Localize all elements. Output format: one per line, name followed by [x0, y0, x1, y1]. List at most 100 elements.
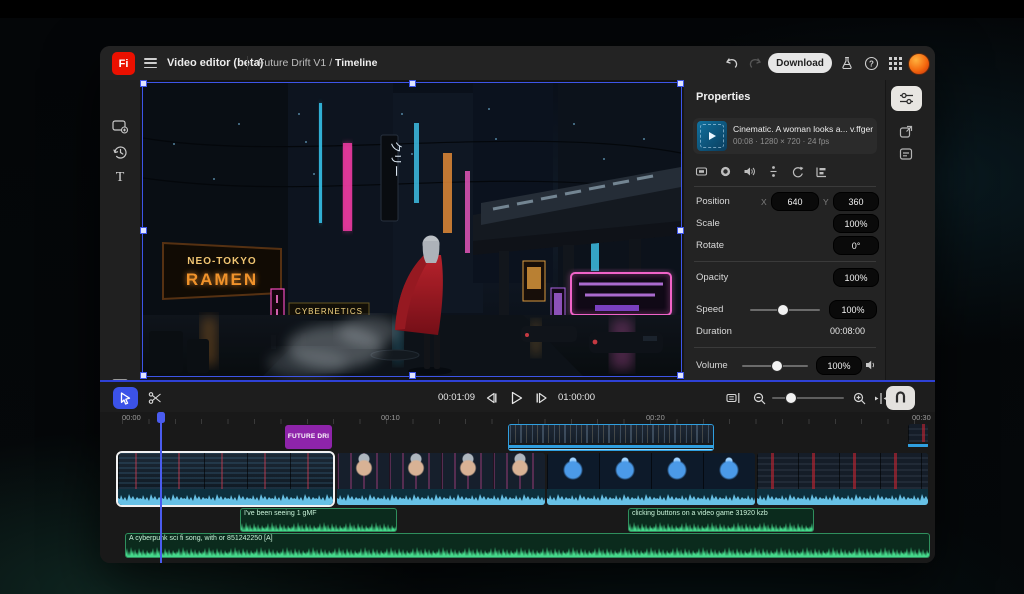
volume-field[interactable]: 100% [816, 356, 862, 375]
video-clip-2[interactable] [337, 453, 545, 505]
audio-icon[interactable] [742, 164, 757, 179]
zoom-out-button[interactable] [748, 387, 770, 409]
captions-icon[interactable] [896, 144, 916, 164]
properties-title: Properties [696, 91, 750, 103]
opacity-label: Opacity [696, 272, 728, 283]
selection-handle[interactable] [140, 227, 147, 234]
app-window: Fi Video editor (beta) Future Drift V1 /… [100, 46, 935, 563]
position-y-field[interactable]: 360 [833, 192, 879, 211]
clip-thumbnail [697, 121, 727, 151]
timeline-panel[interactable]: 00:00 00:10 00:20 00:30 FUTURE DRI [100, 412, 935, 563]
volume-slider[interactable] [742, 365, 808, 367]
add-media-icon[interactable] [110, 116, 130, 136]
selection-handle[interactable] [677, 372, 684, 379]
clip-actions [694, 164, 829, 179]
zoom-in-button[interactable] [848, 387, 870, 409]
clip-meta: 00:08 · 1280 × 720 · 24 fps [733, 137, 829, 146]
overlay-video-clip[interactable] [508, 424, 714, 451]
position-y-label: Y [823, 197, 829, 207]
selection-handle[interactable] [677, 227, 684, 234]
properties-panel: Properties Cinematic. A woman looks a...… [683, 80, 886, 380]
breadcrumb-page: Timeline [335, 57, 377, 69]
timeline-ruler[interactable]: 00:00 00:10 00:20 00:30 [100, 412, 935, 424]
duration-label: Duration [696, 326, 732, 337]
snapping-toggle-active[interactable] [886, 386, 915, 410]
undo-button[interactable] [722, 53, 742, 73]
crop-icon[interactable] [694, 164, 709, 179]
extract-icon[interactable] [766, 164, 781, 179]
timeline-toolbar: 00:01:09 01:00:00 [100, 380, 935, 414]
reorder-icon[interactable] [814, 164, 829, 179]
apps-grid-icon[interactable] [885, 53, 905, 73]
ruler-label: 00:20 [646, 413, 665, 422]
selection-handle[interactable] [409, 372, 416, 379]
account-avatar[interactable] [908, 53, 930, 75]
ruler-label: 00:10 [381, 413, 400, 422]
audio-clip-1-label: I've been seeing 1 gMF [244, 510, 317, 517]
clip-card[interactable]: Cinematic. A woman looks a... v.ffgenvid… [693, 118, 877, 154]
selection-handle[interactable] [140, 80, 147, 87]
fit-timeline-button[interactable] [722, 387, 744, 409]
svg-text:?: ? [869, 59, 874, 68]
video-clip-selected[interactable] [118, 453, 333, 505]
app-title: Video editor (beta) [167, 57, 263, 69]
play-button[interactable] [505, 387, 527, 409]
select-tool-button[interactable] [113, 387, 138, 409]
selection-handle[interactable] [677, 80, 684, 87]
playhead-handle[interactable] [157, 412, 165, 423]
music-clip[interactable]: A cyberpunk sci fi song, with or 8512422… [125, 533, 930, 558]
scale-label: Scale [696, 218, 720, 229]
redo-button[interactable] [745, 53, 765, 73]
sliders-icon [899, 92, 914, 105]
previous-frame-button[interactable] [480, 387, 502, 409]
hamburger-menu-icon[interactable] [144, 58, 157, 68]
video-clip-4[interactable] [757, 453, 928, 505]
next-frame-button[interactable] [530, 387, 552, 409]
title-clip[interactable]: FUTURE DRI [285, 425, 332, 449]
right-toolbar [885, 80, 935, 380]
rotate-icon[interactable] [790, 164, 805, 179]
preview-zone: クリー [140, 80, 683, 380]
video-clip-3[interactable] [547, 453, 755, 505]
mute-icon[interactable] [864, 358, 878, 372]
position-x-field[interactable]: 640 [771, 192, 819, 211]
beaker-icon[interactable] [837, 53, 857, 73]
properties-tab-active[interactable] [891, 86, 922, 111]
desktop-background: Fi Video editor (beta) Future Drift V1 /… [0, 18, 1024, 594]
cursor-icon [120, 392, 131, 405]
share-asset-icon[interactable] [896, 122, 916, 142]
breadcrumb-project[interactable]: Future Drift V1 / [258, 57, 332, 69]
rotate-label: Rotate [696, 240, 724, 251]
split-tool-button[interactable] [144, 387, 166, 409]
music-clip-label: A cyberpunk sci fi song, with or 8512422… [129, 535, 273, 542]
rotate-field[interactable]: 0° [833, 236, 879, 255]
magnet-icon [894, 392, 907, 405]
ruler-label: 00:00 [122, 413, 141, 422]
audio-clip-1[interactable]: I've been seeing 1 gMF [240, 508, 397, 532]
playhead[interactable] [160, 412, 162, 563]
position-x-label: X [761, 197, 767, 207]
opacity-field[interactable]: 100% [833, 268, 879, 287]
selection-handle[interactable] [140, 372, 147, 379]
speed-label: Speed [696, 304, 723, 315]
speed-slider[interactable] [750, 309, 820, 311]
speed-field[interactable]: 100% [829, 300, 877, 319]
timeline-zoom-slider[interactable] [772, 397, 844, 399]
audio-clip-2[interactable]: clicking buttons on a video game 31920 k… [628, 508, 814, 532]
history-icon[interactable] [110, 142, 130, 162]
video-canvas[interactable]: クリー [143, 83, 681, 376]
breadcrumb[interactable]: Future Drift V1 / Timeline [258, 57, 377, 69]
download-button[interactable]: Download [768, 53, 832, 73]
firefly-logo[interactable]: Fi [112, 52, 135, 75]
selection-handle[interactable] [409, 80, 416, 87]
scale-field[interactable]: 100% [833, 214, 879, 233]
video-frame: クリー [143, 83, 681, 376]
duration-value: 00:08:00 [830, 326, 865, 336]
total-timecode: 01:00:00 [558, 392, 595, 403]
left-toolbar: T [100, 80, 140, 380]
ruler-label: 00:30 [912, 413, 931, 422]
help-icon[interactable]: ? [861, 53, 881, 73]
mask-icon[interactable] [718, 164, 733, 179]
text-tool-icon[interactable]: T [110, 168, 130, 188]
overlay-video-clip-2[interactable] [908, 424, 928, 449]
